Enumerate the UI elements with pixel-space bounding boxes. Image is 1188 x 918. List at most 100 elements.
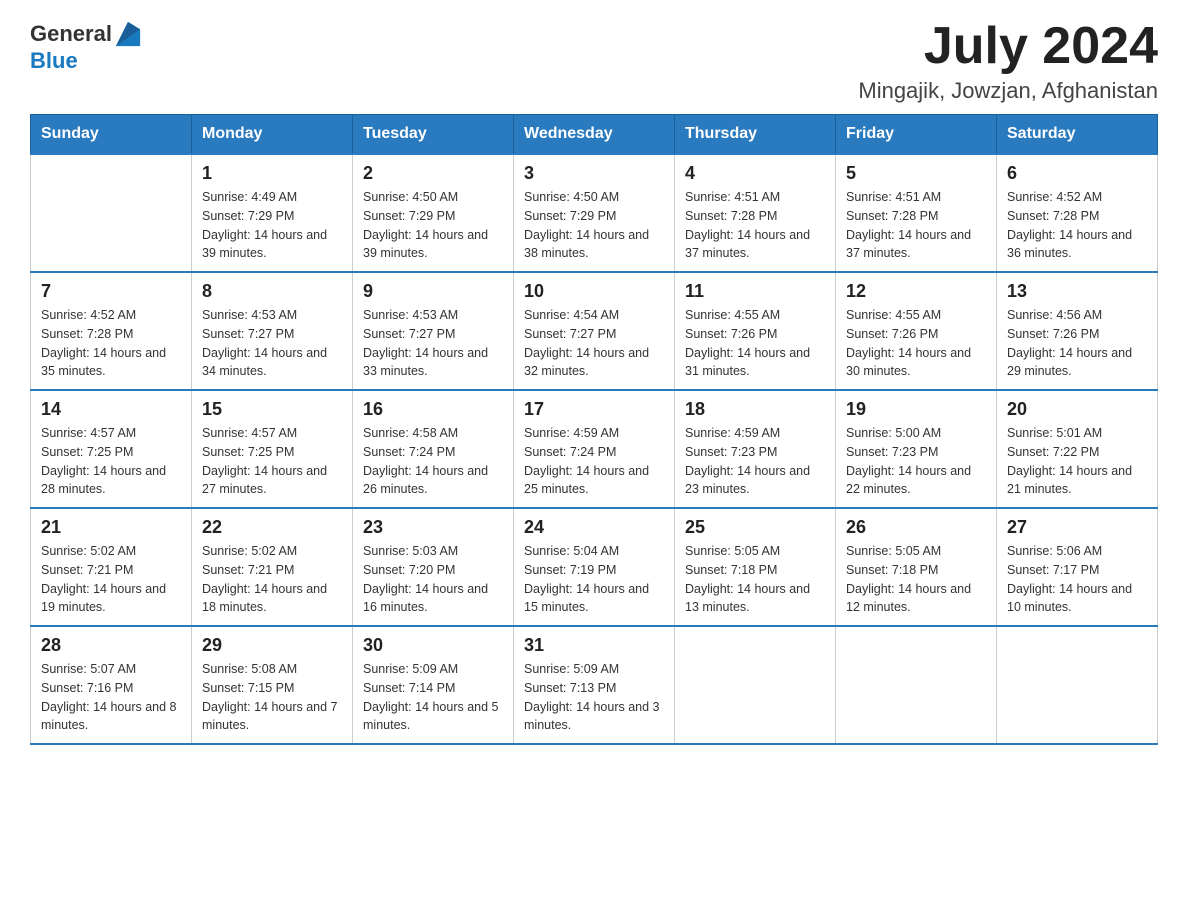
calendar-cell: 18 Sunrise: 4:59 AMSunset: 7:23 PMDayligh… [675,390,836,508]
day-info: Sunrise: 4:51 AMSunset: 7:28 PMDaylight:… [846,188,986,263]
calendar-cell: 8 Sunrise: 4:53 AMSunset: 7:27 PMDaylight… [192,272,353,390]
calendar-cell: 12 Sunrise: 4:55 AMSunset: 7:26 PMDayligh… [836,272,997,390]
title-section: July 2024 Mingajik, Jowzjan, Afghanistan [858,20,1158,104]
day-number: 18 [685,399,825,420]
day-info: Sunrise: 4:55 AMSunset: 7:26 PMDaylight:… [846,306,986,381]
calendar-cell: 7Sunrise: 4:52 AMSunset: 7:28 PMDaylight… [31,272,192,390]
calendar-cell: 5 Sunrise: 4:51 AMSunset: 7:28 PMDaylight… [836,154,997,272]
day-number: 9 [363,281,503,302]
day-number: 1 [202,163,342,184]
calendar-cell: 21Sunrise: 5:02 AMSunset: 7:21 PMDayligh… [31,508,192,626]
day-number: 24 [524,517,664,538]
day-number: 22 [202,517,342,538]
calendar-cell: 30Sunrise: 5:09 AMSunset: 7:14 PMDayligh… [353,626,514,744]
logo: General Blue [30,20,142,74]
column-header-wednesday: Wednesday [514,115,675,155]
day-info: Sunrise: 5:05 AMSunset: 7:18 PMDaylight:… [685,542,825,617]
day-info: Sunrise: 4:53 AMSunset: 7:27 PMDaylight:… [363,306,503,381]
day-info: Sunrise: 4:54 AMSunset: 7:27 PMDaylight:… [524,306,664,381]
calendar-cell: 10 Sunrise: 4:54 AMSunset: 7:27 PMDayligh… [514,272,675,390]
page-header: General Blue July 2024 Mingajik, Jowzjan… [30,20,1158,104]
calendar-cell: 6Sunrise: 4:52 AMSunset: 7:28 PMDaylight… [997,154,1158,272]
calendar-cell [997,626,1158,744]
day-number: 28 [41,635,181,656]
calendar-cell: 20 Sunrise: 5:01 AMSunset: 7:22 PMDayligh… [997,390,1158,508]
calendar-cell: 1Sunrise: 4:49 AMSunset: 7:29 PMDaylight… [192,154,353,272]
day-number: 15 [202,399,342,420]
calendar-week-row: 28 Sunrise: 5:07 AMSunset: 7:16 PMDayligh… [31,626,1158,744]
day-number: 3 [524,163,664,184]
day-number: 21 [41,517,181,538]
day-info: Sunrise: 4:59 AMSunset: 7:23 PMDaylight:… [685,424,825,499]
calendar-cell: 3 Sunrise: 4:50 AMSunset: 7:29 PMDaylight… [514,154,675,272]
day-number: 12 [846,281,986,302]
calendar-cell: 28 Sunrise: 5:07 AMSunset: 7:16 PMDayligh… [31,626,192,744]
day-info: Sunrise: 5:02 AMSunset: 7:21 PMDaylight:… [202,542,342,617]
day-info: Sunrise: 5:07 AMSunset: 7:16 PMDaylight:… [41,660,181,735]
logo-icon [114,20,142,48]
calendar-cell: 16 Sunrise: 4:58 AMSunset: 7:24 PMDayligh… [353,390,514,508]
day-number: 23 [363,517,503,538]
calendar-cell: 23 Sunrise: 5:03 AMSunset: 7:20 PMDayligh… [353,508,514,626]
day-info: Sunrise: 4:53 AMSunset: 7:27 PMDaylight:… [202,306,342,381]
calendar-cell [675,626,836,744]
calendar-week-row: 21 Sunrise: 5:02 AMSunset: 7:21 PMDayligh… [31,508,1158,626]
calendar-week-row: 1Sunrise: 4:49 AMSunset: 7:29 PMDaylight… [31,154,1158,272]
day-number: 30 [363,635,503,656]
calendar-cell: 11Sunrise: 4:55 AMSunset: 7:26 PMDayligh… [675,272,836,390]
day-number: 25 [685,517,825,538]
day-info: Sunrise: 4:59 AMSunset: 7:24 PMDaylight:… [524,424,664,499]
day-info: Sunrise: 4:58 AMSunset: 7:24 PMDaylight:… [363,424,503,499]
calendar-cell: 19Sunrise: 5:00 AMSunset: 7:23 PMDayligh… [836,390,997,508]
calendar-cell: 31Sunrise: 5:09 AMSunset: 7:13 PMDayligh… [514,626,675,744]
calendar-cell: 26Sunrise: 5:05 AMSunset: 7:18 PMDayligh… [836,508,997,626]
day-info: Sunrise: 4:52 AMSunset: 7:28 PMDaylight:… [1007,188,1147,263]
month-year-title: July 2024 [858,20,1158,72]
day-info: Sunrise: 5:00 AMSunset: 7:23 PMDaylight:… [846,424,986,499]
calendar-cell [31,154,192,272]
day-number: 13 [1007,281,1147,302]
day-number: 5 [846,163,986,184]
day-info: Sunrise: 4:57 AMSunset: 7:25 PMDaylight:… [41,424,181,499]
calendar-cell: 17 Sunrise: 4:59 AMSunset: 7:24 PMDayligh… [514,390,675,508]
day-number: 14 [41,399,181,420]
calendar-cell [836,626,997,744]
column-header-friday: Friday [836,115,997,155]
day-info: Sunrise: 4:50 AMSunset: 7:29 PMDaylight:… [524,188,664,263]
calendar-cell: 14 Sunrise: 4:57 AMSunset: 7:25 PMDayligh… [31,390,192,508]
calendar-header-row: SundayMondayTuesdayWednesdayThursdayFrid… [31,115,1158,155]
calendar-week-row: 7Sunrise: 4:52 AMSunset: 7:28 PMDaylight… [31,272,1158,390]
day-number: 31 [524,635,664,656]
day-info: Sunrise: 5:01 AMSunset: 7:22 PMDaylight:… [1007,424,1147,499]
day-number: 20 [1007,399,1147,420]
calendar-cell: 15 Sunrise: 4:57 AMSunset: 7:25 PMDayligh… [192,390,353,508]
calendar-cell: 25 Sunrise: 5:05 AMSunset: 7:18 PMDayligh… [675,508,836,626]
column-header-saturday: Saturday [997,115,1158,155]
day-number: 29 [202,635,342,656]
day-number: 11 [685,281,825,302]
day-number: 7 [41,281,181,302]
column-header-sunday: Sunday [31,115,192,155]
day-info: Sunrise: 4:50 AMSunset: 7:29 PMDaylight:… [363,188,503,263]
day-number: 27 [1007,517,1147,538]
calendar-table: SundayMondayTuesdayWednesdayThursdayFrid… [30,114,1158,745]
day-number: 16 [363,399,503,420]
calendar-cell: 24 Sunrise: 5:04 AMSunset: 7:19 PMDayligh… [514,508,675,626]
day-info: Sunrise: 4:57 AMSunset: 7:25 PMDaylight:… [202,424,342,499]
calendar-week-row: 14 Sunrise: 4:57 AMSunset: 7:25 PMDayligh… [31,390,1158,508]
day-info: Sunrise: 5:04 AMSunset: 7:19 PMDaylight:… [524,542,664,617]
calendar-cell: 22 Sunrise: 5:02 AMSunset: 7:21 PMDayligh… [192,508,353,626]
day-info: Sunrise: 5:03 AMSunset: 7:20 PMDaylight:… [363,542,503,617]
location-subtitle: Mingajik, Jowzjan, Afghanistan [858,78,1158,104]
day-number: 4 [685,163,825,184]
calendar-cell: 9 Sunrise: 4:53 AMSunset: 7:27 PMDaylight… [353,272,514,390]
day-number: 10 [524,281,664,302]
day-info: Sunrise: 5:06 AMSunset: 7:17 PMDaylight:… [1007,542,1147,617]
day-number: 26 [846,517,986,538]
calendar-cell: 13 Sunrise: 4:56 AMSunset: 7:26 PMDayligh… [997,272,1158,390]
day-info: Sunrise: 4:56 AMSunset: 7:26 PMDaylight:… [1007,306,1147,381]
column-header-thursday: Thursday [675,115,836,155]
calendar-cell: 2Sunrise: 4:50 AMSunset: 7:29 PMDaylight… [353,154,514,272]
day-number: 17 [524,399,664,420]
day-number: 8 [202,281,342,302]
